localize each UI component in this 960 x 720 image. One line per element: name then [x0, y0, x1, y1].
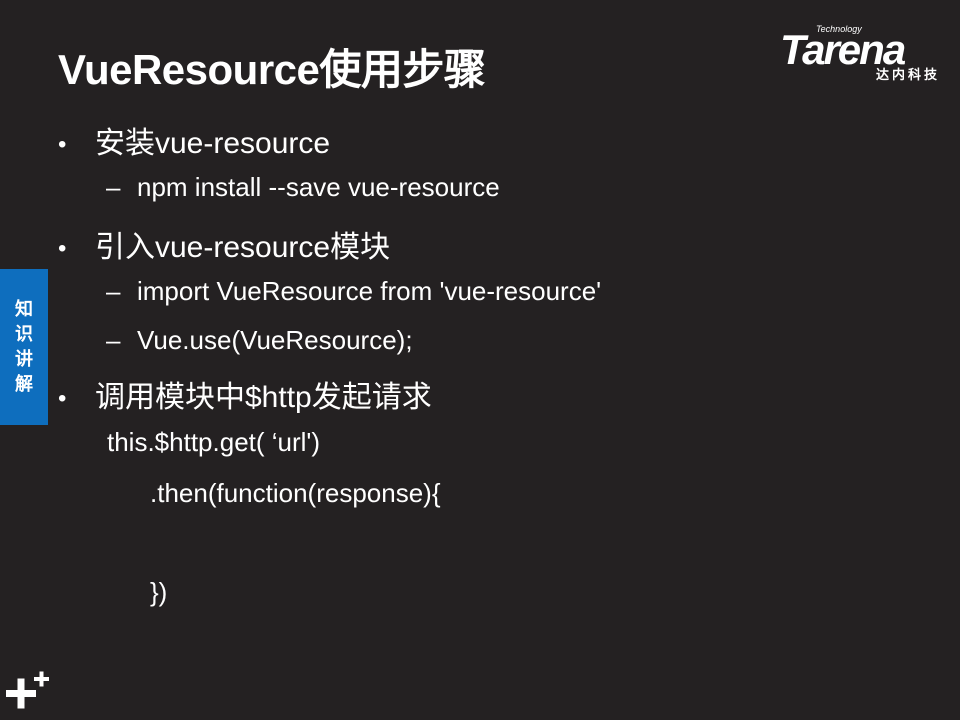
sub-item-text: import VueResource from 'vue-resource'	[137, 276, 602, 306]
dash-icon: –	[106, 276, 121, 306]
tarena-logo: Technology Tarena 达内科技	[776, 22, 948, 86]
knowledge-side-tab: 知识讲解	[0, 269, 48, 425]
sub-item-vue-use: – Vue.use(VueResource);	[106, 325, 413, 356]
slide: VueResource使用步骤 Technology Tarena 达内科技 知…	[0, 0, 960, 720]
bullet-text: 调用模块中$http发起请求	[95, 381, 432, 414]
bullet-icon: •	[58, 131, 67, 159]
bullet-icon: •	[58, 235, 67, 263]
bullet-item-import: • 引入vue-resource模块	[58, 222, 390, 266]
code-line-then: .then(function(response){	[150, 478, 441, 508]
bullet-text: 引入vue-resource模块	[95, 231, 391, 264]
bullet-icon: •	[58, 385, 67, 413]
sub-item-text: Vue.use(VueResource);	[137, 325, 413, 355]
slide-title: VueResource使用步骤	[58, 46, 486, 93]
bullet-text: 安装vue-resource	[95, 127, 331, 160]
bullet-item-install: • 安装vue-resource	[58, 118, 330, 162]
logo-subtitle: 达内科技	[875, 68, 940, 83]
bullet-item-http-request: • 调用模块中$http发起请求	[58, 372, 432, 416]
dash-icon: –	[106, 172, 121, 202]
sub-item-npm-install: – npm install --save vue-resource	[106, 172, 500, 203]
dash-icon: –	[106, 325, 121, 355]
side-tab-label: 知识讲解	[15, 299, 33, 395]
plus-decoration-icon	[6, 671, 49, 709]
code-line-close: })	[150, 577, 168, 607]
code-line-get: this.$http.get( ‘url')	[107, 427, 321, 457]
sub-item-import-statement: – import VueResource from 'vue-resource'	[106, 276, 601, 307]
sub-item-text: npm install --save vue-resource	[137, 172, 500, 202]
